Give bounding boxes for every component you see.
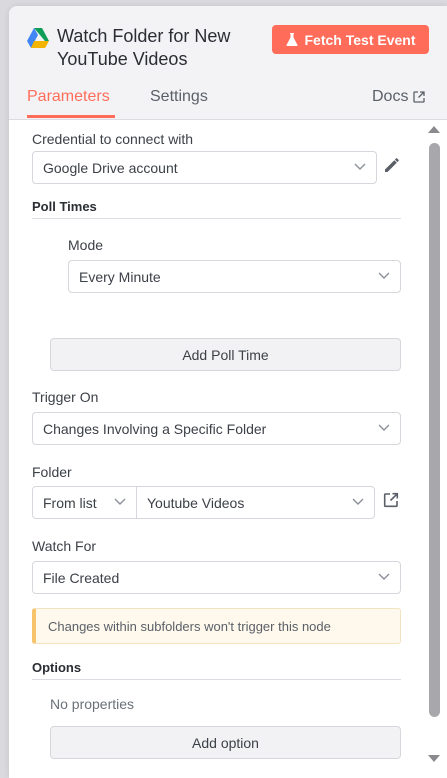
panel-header: Watch Folder for New YouTube Videos Fetc… — [9, 6, 447, 120]
tab-parameters[interactable]: Parameters — [27, 88, 110, 106]
watch-for-select[interactable]: File Created — [32, 561, 401, 594]
fetch-test-event-button[interactable]: Fetch Test Event — [272, 25, 429, 54]
folder-label: Folder — [32, 464, 72, 480]
credential-value: Google Drive account — [43, 159, 178, 176]
folder-select[interactable]: Youtube Videos — [136, 486, 375, 519]
tab-settings[interactable]: Settings — [150, 88, 208, 106]
chevron-down-icon — [354, 163, 366, 170]
node-title[interactable]: Watch Folder for New YouTube Videos — [57, 25, 267, 71]
subfolder-notice: Changes within subfolders won't trigger … — [32, 608, 401, 644]
scroll-up-arrow-icon[interactable] — [427, 124, 441, 134]
poll-times-title: Poll Times — [32, 199, 97, 214]
active-tab-indicator — [27, 115, 115, 118]
mode-value: Every Minute — [79, 268, 161, 285]
docs-label: Docs — [372, 88, 409, 105]
credential-select[interactable]: Google Drive account — [32, 151, 377, 184]
scrollbar-thumb[interactable] — [429, 143, 440, 717]
chevron-down-icon — [378, 424, 390, 431]
chevron-down-icon — [378, 272, 390, 279]
folder-source-value: From list — [43, 494, 97, 511]
mode-label: Mode — [68, 237, 104, 253]
fetch-test-event-label: Fetch Test Event — [304, 31, 416, 48]
add-option-button[interactable]: Add option — [50, 726, 401, 759]
trigger-on-value: Changes Involving a Specific Folder — [43, 420, 267, 437]
google-drive-icon — [27, 28, 49, 48]
external-link-icon — [413, 91, 426, 103]
poll-times-divider — [32, 218, 401, 219]
open-folder-external-icon[interactable] — [383, 492, 399, 508]
mode-select[interactable]: Every Minute — [68, 260, 401, 293]
options-title: Options — [32, 660, 82, 675]
pencil-icon[interactable] — [383, 156, 401, 174]
chevron-down-icon — [378, 573, 390, 580]
add-poll-time-button[interactable]: Add Poll Time — [50, 338, 401, 371]
chevron-down-icon — [352, 498, 364, 505]
docs-link[interactable]: Docs — [372, 88, 426, 106]
scroll-down-arrow-icon[interactable] — [427, 754, 441, 764]
credential-label: Credential to connect with — [32, 131, 194, 147]
node-settings-panel: Watch Folder for New YouTube Videos Fetc… — [9, 6, 447, 778]
flask-icon — [285, 33, 298, 46]
trigger-on-label: Trigger On — [32, 389, 99, 405]
folder-value: Youtube Videos — [147, 494, 245, 511]
chevron-down-icon — [114, 498, 126, 505]
trigger-on-select[interactable]: Changes Involving a Specific Folder — [32, 412, 401, 445]
no-properties-text: No properties — [50, 696, 135, 712]
folder-source-select[interactable]: From list — [32, 486, 137, 519]
options-divider — [32, 679, 401, 680]
watch-for-value: File Created — [43, 569, 120, 586]
watch-for-label: Watch For — [32, 538, 97, 554]
